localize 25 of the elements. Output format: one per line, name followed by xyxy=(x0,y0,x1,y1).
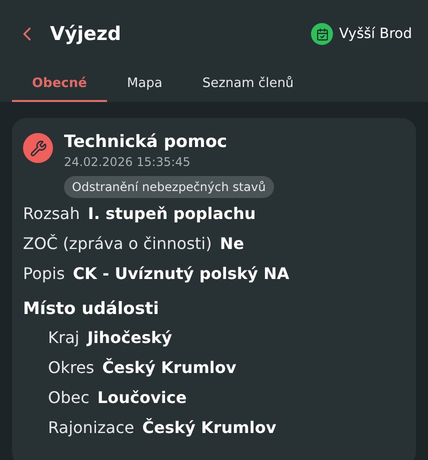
tab[interactable]: Obecné xyxy=(12,68,107,102)
field-label: Rajonizace xyxy=(48,417,134,439)
field-label: Okres xyxy=(48,357,94,379)
event-title: Technická pomoc xyxy=(64,131,228,154)
calendar-check-icon xyxy=(311,23,334,45)
field-label: Kraj xyxy=(48,327,80,349)
field-label: ZOČ (zpráva o činnosti) xyxy=(23,233,212,255)
field-label: Obec xyxy=(48,387,90,409)
event-datetime: 24.02.2026 15:35:45 xyxy=(64,154,190,170)
page-title: Výjezd xyxy=(50,22,122,47)
unit-name: Vyšší Brod xyxy=(339,24,412,44)
field-value: Ne xyxy=(220,233,244,255)
wrench-icon xyxy=(23,133,53,163)
section-heading: Místo události xyxy=(23,298,160,322)
field-value: Český Krumlov xyxy=(102,357,236,379)
field-value: Jihočeský xyxy=(87,327,172,349)
field-label: Popis xyxy=(23,263,65,285)
field-value: Loučovice xyxy=(97,387,187,409)
event-tag: Odstranění nebezpečných stavů xyxy=(64,176,274,198)
tab[interactable]: Seznam členů xyxy=(182,68,314,102)
field-value: I. stupeň poplachu xyxy=(88,203,256,225)
tab[interactable]: Mapa xyxy=(106,68,182,102)
field-value: CK - Uvíznutý polský NA xyxy=(72,263,290,285)
field-value: Český Krumlov xyxy=(142,417,276,439)
field-label: Rozsah xyxy=(23,203,80,225)
